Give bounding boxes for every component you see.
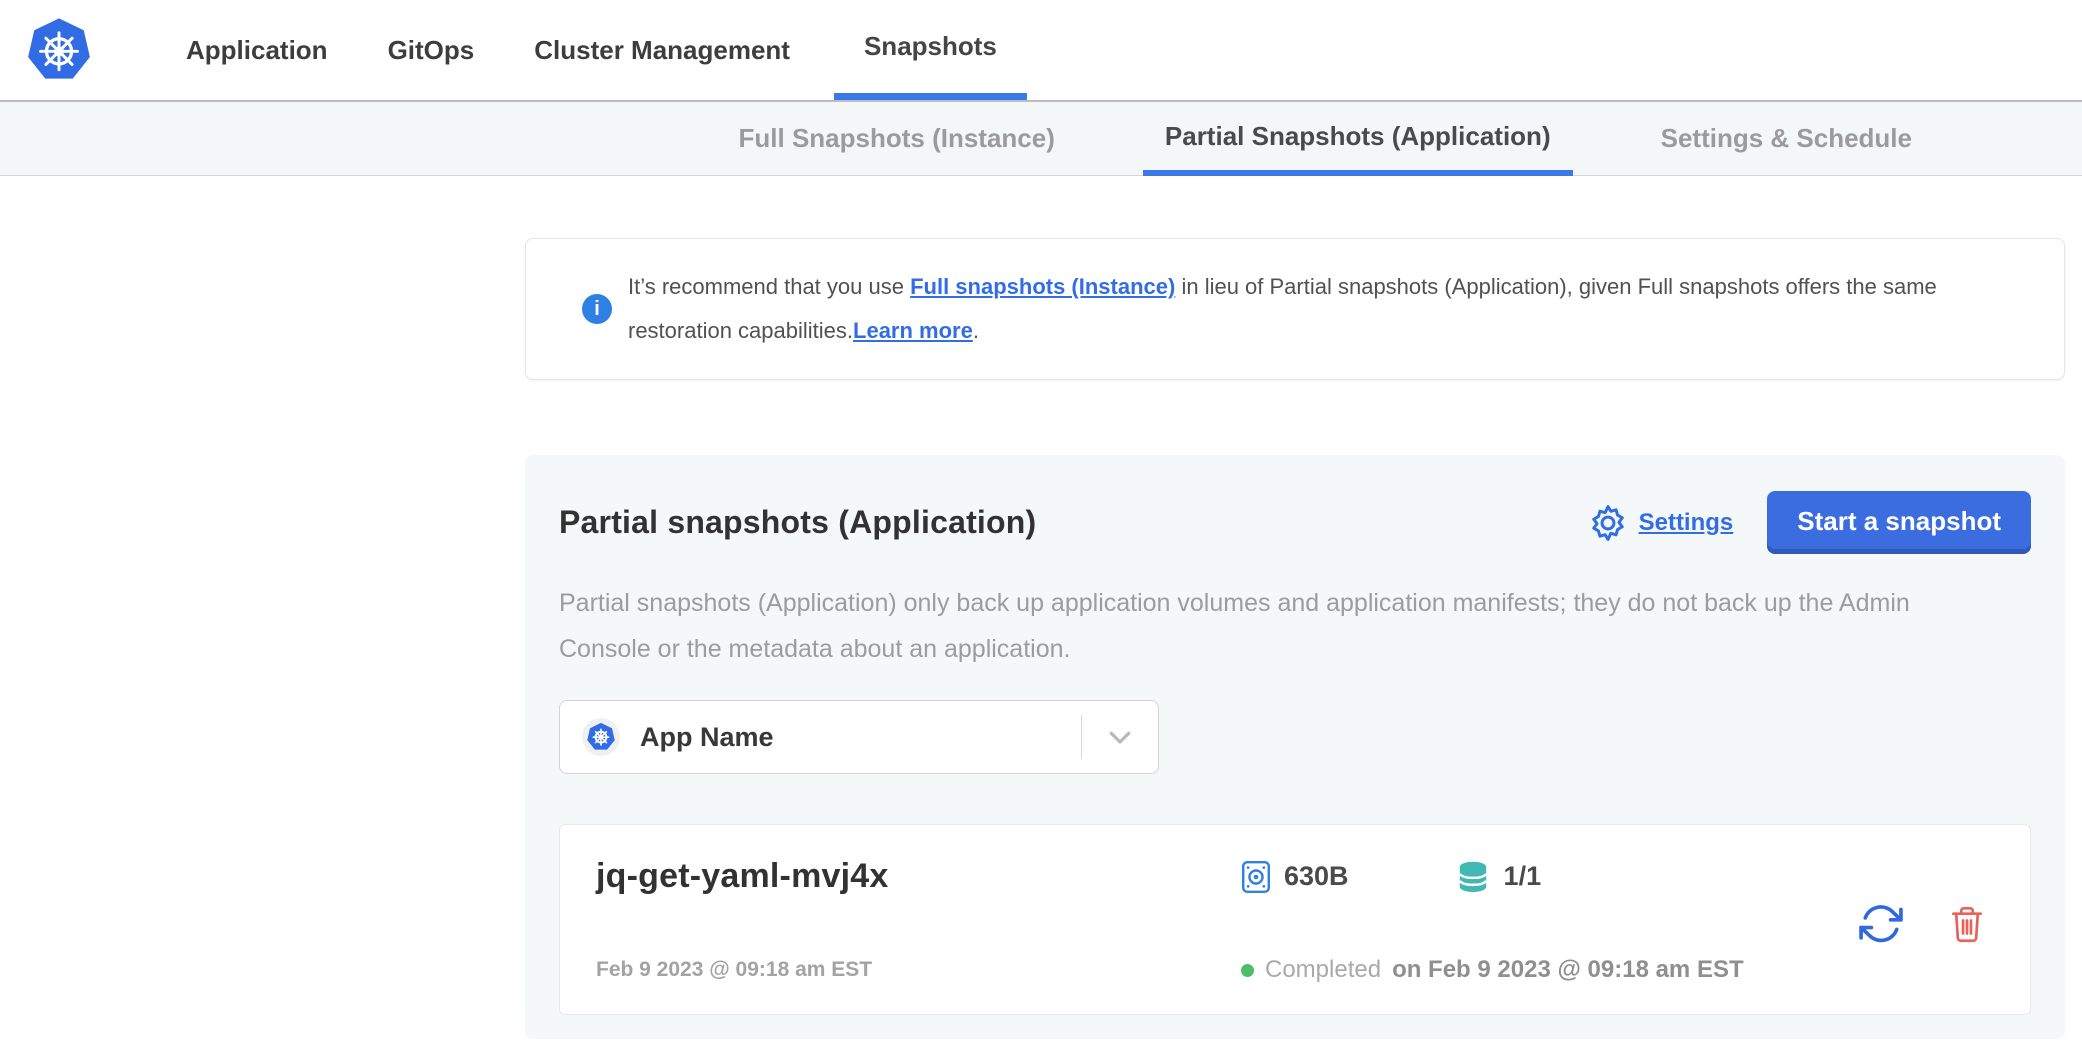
nav-item-cluster-management[interactable]: Cluster Management	[518, 0, 806, 100]
learn-more-link[interactable]: Learn more	[853, 318, 973, 343]
app-name-value: App Name	[640, 722, 1081, 753]
snapshot-actions	[1858, 900, 1986, 946]
snapshot-volumes: 1/1	[1455, 859, 1542, 895]
hard-drive-icon	[1241, 860, 1271, 894]
full-snapshots-instance-link[interactable]: Full snapshots (Instance)	[910, 274, 1175, 299]
info-icon: i	[582, 294, 612, 324]
content-area: i It’s recommend that you use Full snaps…	[0, 176, 2082, 1055]
snapshot-settings-link[interactable]: Settings	[1587, 502, 1734, 544]
snapshot-size-value: 630B	[1284, 861, 1349, 892]
panel-actions: Settings Start a snapshot	[1587, 491, 2031, 554]
restore-icon	[1858, 900, 1904, 946]
snapshot-volumes-value: 1/1	[1504, 861, 1542, 892]
panel-description: Partial snapshots (Application) only bac…	[559, 580, 2004, 672]
app-name-dropdown[interactable]: App Name	[559, 700, 1159, 774]
start-snapshot-button[interactable]: Start a snapshot	[1767, 491, 2031, 554]
nav-item-snapshots[interactable]: Snapshots	[834, 0, 1027, 100]
chevron-down-icon[interactable]	[1082, 722, 1158, 752]
trash-icon	[1948, 903, 1986, 943]
kubernetes-logo-icon[interactable]	[26, 16, 92, 84]
snapshot-status: Completed on Feb 9 2023 @ 09:18 am EST	[1241, 956, 1744, 984]
restore-snapshot-button[interactable]	[1858, 900, 1904, 946]
tab-partial-snapshots-application[interactable]: Partial Snapshots (Application)	[1143, 102, 1573, 176]
snapshot-row-top: jq-get-yaml-mvj4x	[596, 857, 1994, 896]
snapshot-size: 630B	[1241, 860, 1349, 894]
gear-icon	[1587, 502, 1629, 544]
snapshots-page: Application GitOps Cluster Management Sn…	[0, 0, 2082, 1056]
banner-text-after: .	[973, 318, 979, 343]
info-banner-text: It’s recommend that you use Full snapsho…	[628, 265, 2014, 353]
nav-item-application[interactable]: Application	[170, 0, 344, 100]
tab-settings-schedule[interactable]: Settings & Schedule	[1639, 102, 1934, 175]
snapshot-row-bottom: Feb 9 2023 @ 09:18 am EST Completed on F…	[596, 956, 1994, 984]
snapshot-status-label: Completed	[1265, 956, 1381, 984]
database-icon	[1455, 859, 1491, 895]
snapshots-subnav: Full Snapshots (Instance) Partial Snapsh…	[0, 100, 2082, 176]
info-banner: i It’s recommend that you use Full snaps…	[525, 238, 2065, 380]
partial-snapshots-panel: Partial snapshots (Application) Settings…	[525, 455, 2065, 1039]
top-navbar: Application GitOps Cluster Management Sn…	[0, 0, 2082, 100]
tab-full-snapshots-instance[interactable]: Full Snapshots (Instance)	[717, 102, 1077, 175]
snapshot-row: jq-get-yaml-mvj4x	[559, 824, 2031, 1015]
delete-snapshot-button[interactable]	[1948, 903, 1986, 943]
snapshot-finished: on Feb 9 2023 @ 09:18 am EST	[1392, 956, 1744, 984]
snapshot-started: Feb 9 2023 @ 09:18 am EST	[596, 958, 1241, 982]
app-kubernetes-icon	[582, 718, 620, 756]
settings-link-label: Settings	[1639, 509, 1734, 537]
panel-title: Partial snapshots (Application)	[559, 504, 1036, 541]
banner-text-before: It’s recommend that you use	[628, 274, 910, 299]
panel-header: Partial snapshots (Application) Settings…	[559, 491, 2031, 554]
nav-item-gitops[interactable]: GitOps	[372, 0, 491, 100]
snapshot-name: jq-get-yaml-mvj4x	[596, 857, 1241, 896]
status-dot-icon	[1241, 964, 1254, 977]
